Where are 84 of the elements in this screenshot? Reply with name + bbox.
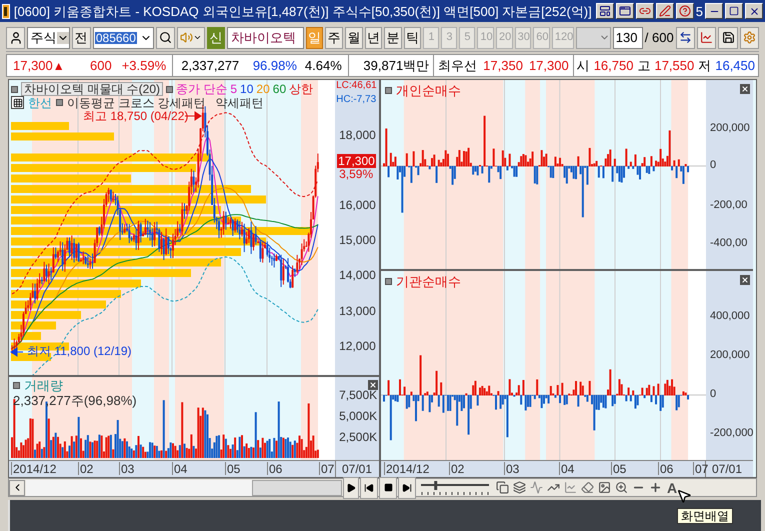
low-text: 16,450 bbox=[715, 56, 755, 75]
hc-label: HC:-7,73 bbox=[336, 95, 376, 105]
legend-label: 한선 bbox=[28, 96, 52, 108]
date-label: 06 bbox=[267, 462, 282, 475]
up-arrow-mark: ▲ bbox=[52, 58, 65, 74]
price-tick: 12,000 bbox=[339, 340, 376, 352]
open-label: 시 bbox=[576, 56, 590, 75]
net-buy-tick: 0 bbox=[710, 160, 716, 171]
volume-ratio-text: 96.98% bbox=[252, 56, 297, 75]
price-tick: 13,000 bbox=[339, 305, 376, 317]
volume-text: 2,337,277 bbox=[180, 56, 240, 75]
window-title: [0600] 키움종합차트 - KOSDAQ 외국인보유[1,487(천)] 주식수[50,350(천)] 액면[500] 자본금[252(억)] bbox=[14, 4, 592, 18]
market-select[interactable]: 주식 bbox=[27, 26, 70, 48]
current-rate-label: 3,59% bbox=[339, 168, 374, 180]
legend-label: 상한 bbox=[289, 83, 314, 95]
high-label: 고 bbox=[637, 56, 650, 75]
date-label: 04 bbox=[172, 462, 188, 475]
new-badge: 신 bbox=[207, 26, 225, 48]
stock-name: 차바이오텍 bbox=[226, 26, 304, 48]
low-label: 저 bbox=[698, 56, 712, 75]
date-label: 03 bbox=[504, 462, 520, 475]
institution-title: 기관순매수 bbox=[396, 275, 461, 288]
period-tab[interactable]: 월 bbox=[344, 26, 363, 48]
date-label: 04 bbox=[559, 462, 574, 475]
volume-title: 거래량 bbox=[24, 379, 63, 392]
total-count: / 600 bbox=[644, 28, 674, 47]
ask-text: 17,350 bbox=[483, 56, 523, 75]
period-tab[interactable]: 년 bbox=[364, 26, 382, 48]
net-buy-tick: 0 bbox=[710, 389, 716, 400]
period-tab[interactable]: 틱 bbox=[404, 26, 422, 48]
price-text: 17,300 bbox=[13, 56, 53, 75]
bid-text: 17,300 bbox=[528, 56, 569, 75]
date-label: 03 bbox=[119, 462, 134, 475]
legend-label: 이동평균 크로스 강세패턴 bbox=[67, 96, 206, 108]
net-buy-tick: -200,00 bbox=[710, 200, 748, 211]
price-tick: 15,000 bbox=[339, 234, 376, 246]
best-label: 최우선 bbox=[438, 56, 478, 75]
volume-tick: 2,500K bbox=[339, 431, 378, 443]
volume-tick: 5,000K bbox=[339, 410, 378, 422]
date-label: 05 bbox=[225, 462, 240, 475]
legend-label: 20 bbox=[256, 83, 270, 95]
individual-title: 개인순매수 bbox=[396, 84, 461, 97]
prev-button[interactable]: 전 bbox=[72, 26, 91, 48]
change-text: 600 bbox=[90, 56, 112, 75]
legend-label: 종가 단순 bbox=[176, 83, 228, 95]
date-label: 2014/12 bbox=[384, 462, 430, 475]
title-fragment: 5 bbox=[696, 4, 703, 18]
legend-label: 5 bbox=[230, 83, 238, 95]
date-label: 07 bbox=[319, 462, 334, 475]
code-field[interactable]: 085660 bbox=[92, 26, 154, 48]
volume-summary: 2,337,277주(96,98%) bbox=[13, 394, 137, 407]
high-text: 17,550 bbox=[654, 56, 694, 75]
current-price-label: 17,300 bbox=[337, 154, 376, 168]
date-label: 07/01 bbox=[341, 461, 372, 477]
date-label: 02 bbox=[78, 462, 94, 475]
open-text: 16,750 bbox=[594, 56, 634, 75]
change-rate-text: +3.59% bbox=[122, 56, 166, 75]
net-buy-tick: 200,000 bbox=[710, 350, 750, 361]
legend-label: 60 bbox=[272, 83, 286, 95]
net-buy-tick: -400,00 bbox=[710, 238, 748, 249]
net-buy-tick: 400,000 bbox=[710, 311, 750, 322]
legend-label: 약세패턴 bbox=[216, 96, 264, 108]
amount-text: 39,871백만 bbox=[348, 55, 434, 76]
price-tick: 16,000 bbox=[339, 199, 376, 211]
volume-tick: 7,500K bbox=[339, 389, 378, 401]
net-buy-tick: -200,000 bbox=[710, 428, 753, 439]
price-tick: 18,000 bbox=[339, 129, 376, 141]
date-label: 05 bbox=[611, 462, 626, 475]
legend-title: 차바이오텍 매물대 수(20) bbox=[21, 82, 164, 96]
period-tab[interactable]: 분 bbox=[384, 26, 402, 48]
turnover-text: 4.64% bbox=[304, 56, 342, 75]
high-note: 최고 18,750 (04/22) bbox=[83, 110, 188, 122]
price-tick: 14,000 bbox=[339, 269, 376, 281]
tooltip: 화면배열 bbox=[677, 508, 733, 524]
period-tab[interactable]: 주 bbox=[325, 26, 343, 48]
date-label: 07/01 bbox=[711, 461, 742, 477]
legend-label: 10 bbox=[240, 83, 254, 95]
net-buy-tick: 200,000 bbox=[710, 123, 750, 134]
date-label: 2014/12 bbox=[11, 462, 56, 475]
count-field[interactable]: 130 bbox=[612, 26, 643, 48]
date-label: 06 bbox=[658, 462, 674, 475]
date-label: 02 bbox=[449, 462, 464, 475]
lc-label: LC:46,61 bbox=[336, 81, 377, 91]
font-button[interactable]: A bbox=[664, 480, 680, 494]
